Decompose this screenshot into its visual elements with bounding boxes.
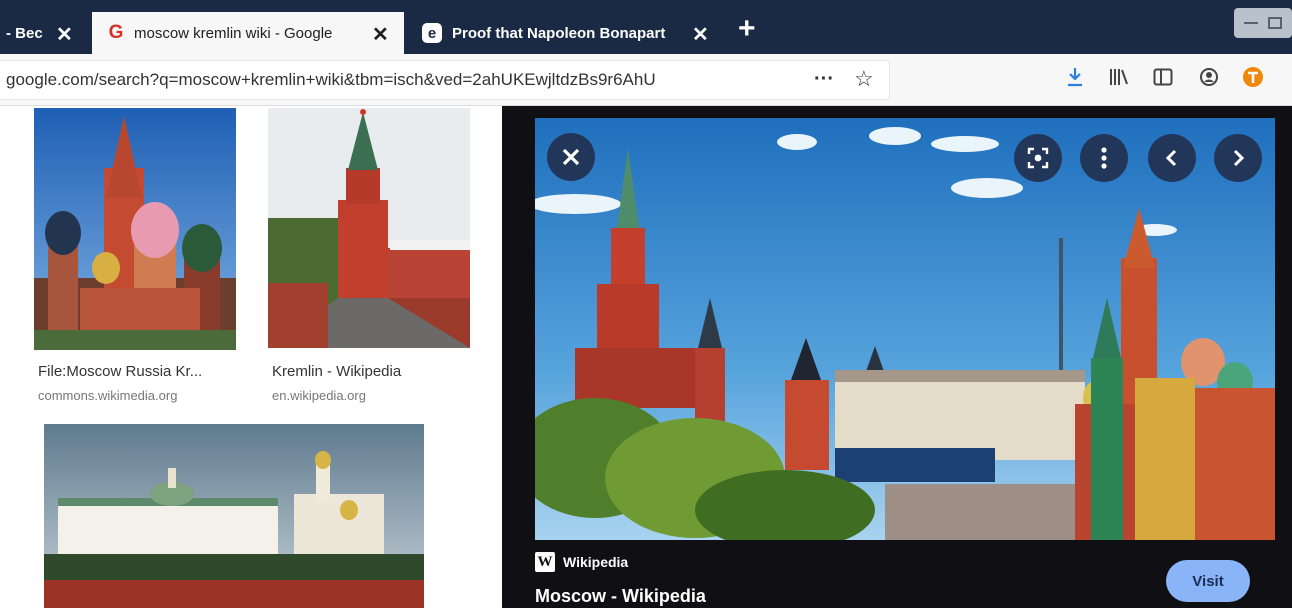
sidebar-icon[interactable] <box>1152 66 1174 88</box>
source-name: Wikipedia <box>563 554 629 570</box>
more-options-button[interactable] <box>1080 134 1128 182</box>
tab-napoleon[interactable]: e Proof that Napoleon Bonapart ✕ <box>404 12 724 54</box>
result-thumbnail-st-basils[interactable] <box>34 108 236 350</box>
tab-title: moscow kremlin wiki - Google <box>134 24 333 42</box>
tab-title: Proof that Napoleon Bonapart <box>452 24 666 42</box>
tab-title: - Bec <box>6 24 43 42</box>
navigation-bar: google.com/search?q=moscow+kremlin+wiki&… <box>0 54 1292 106</box>
tab-close-icon[interactable]: ✕ <box>56 22 73 47</box>
image-results: File:Moscow Russia Kr... commons.wikimed… <box>0 106 500 608</box>
result-title[interactable]: Kremlin - Wikipedia <box>272 363 401 380</box>
lens-icon <box>1027 147 1049 169</box>
preview-image-moscow[interactable] <box>535 118 1275 540</box>
wikipedia-logo-icon: W <box>535 552 555 572</box>
next-image-button[interactable] <box>1214 134 1262 182</box>
preview-title[interactable]: Moscow - Wikipedia <box>535 586 706 607</box>
minimize-icon[interactable] <box>1244 22 1258 26</box>
preview-source[interactable]: W Wikipedia <box>535 552 628 572</box>
tab-google-search[interactable]: G moscow kremlin wiki - Google ✕ <box>92 12 404 54</box>
window-controls[interactable] <box>1234 8 1292 38</box>
close-icon <box>562 148 580 166</box>
close-preview-button[interactable] <box>547 133 595 181</box>
result-source: en.wikipedia.org <box>272 388 366 403</box>
chevron-right-icon <box>1233 149 1245 167</box>
tab-previous[interactable]: - Bec ✕ <box>0 12 92 54</box>
result-thumbnail-kremlin-tower[interactable] <box>268 108 470 348</box>
restore-icon[interactable] <box>1268 17 1282 29</box>
account-icon[interactable] <box>1198 66 1220 88</box>
more-vertical-icon <box>1101 147 1107 169</box>
result-source: commons.wikimedia.org <box>38 388 178 403</box>
tab-strip: - Bec ✕ G moscow kremlin wiki - Google ✕… <box>0 0 1292 54</box>
address-bar[interactable]: google.com/search?q=moscow+kremlin+wiki&… <box>0 60 890 100</box>
tab-close-icon[interactable]: ✕ <box>372 22 389 47</box>
previous-image-button[interactable] <box>1148 134 1196 182</box>
url-text[interactable]: google.com/search?q=moscow+kremlin+wiki&… <box>0 70 765 90</box>
bookmark-star-icon[interactable]: ☆ <box>854 66 874 92</box>
lens-search-button[interactable] <box>1014 134 1062 182</box>
result-thumbnail-kremlin-palace[interactable] <box>44 424 424 608</box>
extension-orange-icon[interactable] <box>1242 66 1264 88</box>
result-title[interactable]: File:Moscow Russia Kr... <box>38 363 202 380</box>
visit-button[interactable]: Visit <box>1166 560 1250 602</box>
chevron-left-icon <box>1165 149 1177 167</box>
library-icon[interactable] <box>1108 66 1130 88</box>
new-tab-button[interactable]: + <box>738 14 756 44</box>
download-icon[interactable] <box>1064 66 1086 88</box>
tab-close-icon[interactable]: ✕ <box>692 22 709 47</box>
page-actions-icon[interactable]: ··· <box>814 68 834 91</box>
google-g-icon: G <box>108 22 124 43</box>
extension-icon: e <box>422 23 442 43</box>
